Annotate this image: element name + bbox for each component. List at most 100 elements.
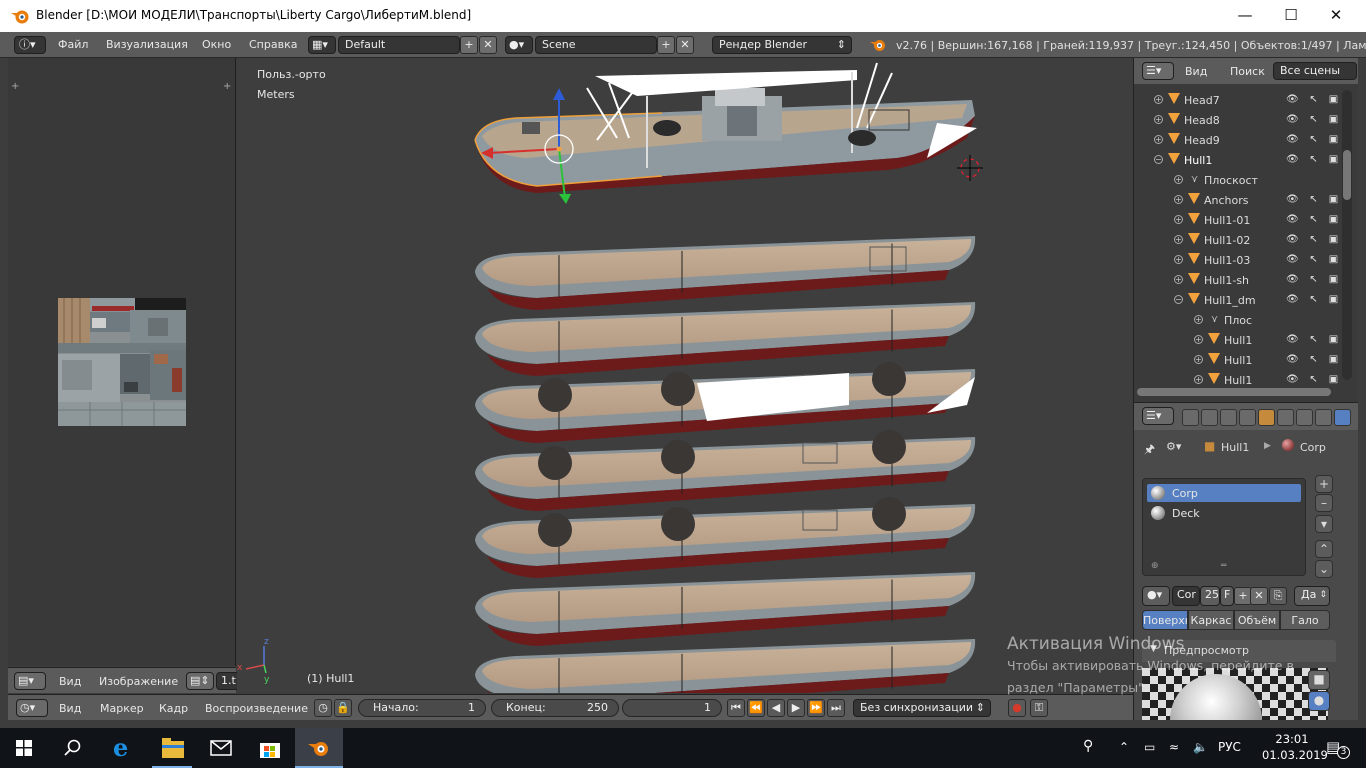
camera-render-icon[interactable]: ▣ xyxy=(1328,354,1339,365)
outliner-row[interactable]: + ⋎ Плос xyxy=(1134,310,1341,330)
tab-world-icon[interactable] xyxy=(1239,409,1256,426)
expand-toggle-icon[interactable]: + xyxy=(1174,215,1183,224)
search-button[interactable] xyxy=(48,728,96,768)
image-editor-area[interactable]: + + xyxy=(8,58,236,666)
camera-render-icon[interactable]: ▣ xyxy=(1328,374,1339,385)
menu-frame[interactable]: Кадр xyxy=(159,702,188,715)
expand-toggle-icon[interactable]: + xyxy=(1194,375,1203,384)
editor-type-button[interactable]: ☰▾ xyxy=(1142,407,1174,425)
editor-type-button[interactable]: ☰▾ xyxy=(1142,62,1174,80)
camera-render-icon[interactable]: ▣ xyxy=(1328,254,1339,265)
expand-toggle-icon[interactable]: + xyxy=(1154,95,1163,104)
cursor-arrow-icon[interactable]: ↖ xyxy=(1308,274,1319,285)
collapse-toggle-icon[interactable]: − xyxy=(1154,155,1163,164)
menu-view[interactable]: Вид xyxy=(1185,65,1207,78)
screen-layout-icon-button[interactable]: ▦▾ xyxy=(308,36,336,54)
eye-icon[interactable]: 👁 xyxy=(1286,254,1299,265)
cursor-arrow-icon[interactable]: ↖ xyxy=(1308,214,1319,225)
material-slot-deck[interactable]: Deck xyxy=(1147,504,1301,522)
current-frame-field[interactable]: 1 xyxy=(622,699,722,717)
3d-viewport[interactable]: Польз.-орто Meters (1) Hull1 z x y xyxy=(237,58,1133,693)
minimize-button[interactable]: — xyxy=(1222,0,1268,32)
3d-cursor[interactable] xyxy=(957,155,983,181)
add-scene-button[interactable]: + xyxy=(657,36,675,54)
list-grip-icon[interactable]: ═ xyxy=(1221,561,1226,571)
start-button[interactable] xyxy=(0,728,48,768)
area-split-icon[interactable]: + xyxy=(223,82,233,92)
material-name-field[interactable]: Cor xyxy=(1172,586,1200,606)
camera-render-icon[interactable]: ▣ xyxy=(1328,274,1339,285)
camera-render-icon[interactable]: ▣ xyxy=(1328,134,1339,145)
outliner-row[interactable]: − Hull1_dm 👁 ↖ ▣ xyxy=(1134,290,1341,310)
menu-image[interactable]: Изображение xyxy=(99,675,178,688)
selected-ship-superstructure[interactable] xyxy=(474,62,977,193)
cursor-arrow-icon[interactable]: ↖ xyxy=(1308,94,1319,105)
maximize-button[interactable]: ☐ xyxy=(1268,0,1314,32)
expand-toggle-icon[interactable]: + xyxy=(1174,235,1183,244)
expand-toggle-icon[interactable]: + xyxy=(1174,275,1183,284)
camera-render-icon[interactable]: ▣ xyxy=(1328,94,1339,105)
taskbar-blender[interactable] xyxy=(295,728,343,768)
eye-icon[interactable]: 👁 xyxy=(1286,194,1299,205)
eye-icon[interactable]: 👁 xyxy=(1286,334,1299,345)
hull-variant[interactable] xyxy=(475,430,976,511)
outliner-row[interactable]: + Head7 👁 ↖ ▣ xyxy=(1134,90,1341,110)
tab-object-icon[interactable] xyxy=(1258,409,1275,426)
cursor-arrow-icon[interactable]: ↖ xyxy=(1308,254,1319,265)
prev-keyframe-button[interactable]: ⏪ xyxy=(747,699,765,717)
display-mode-select[interactable]: Все сцены xyxy=(1273,62,1357,80)
cursor-arrow-icon[interactable]: ↖ xyxy=(1308,354,1319,365)
eye-icon[interactable]: 👁 xyxy=(1286,94,1299,105)
end-frame-field[interactable]: Конец: 250 xyxy=(491,699,619,717)
expand-toggle-icon[interactable]: + xyxy=(1154,135,1163,144)
outliner-row[interactable]: + Hull1 👁 ↖ ▣ xyxy=(1134,330,1341,350)
keying-set-button[interactable]: ⚿ xyxy=(1030,699,1048,717)
camera-render-icon[interactable]: ▣ xyxy=(1328,334,1339,345)
scrollbar-thumb[interactable] xyxy=(1343,150,1351,200)
outliner-row[interactable]: + Hull1-01 👁 ↖ ▣ xyxy=(1134,210,1341,230)
scene-field[interactable]: Scene xyxy=(535,36,657,54)
tab-halo[interactable]: Гало xyxy=(1280,610,1330,630)
play-reverse-button[interactable]: ◀ xyxy=(767,699,785,717)
clock[interactable]: 23:01 01.03.2019 xyxy=(1262,731,1328,765)
move-slot-up-button[interactable]: ⌃ xyxy=(1315,540,1333,558)
menu-file[interactable]: Файл xyxy=(58,38,88,51)
outliner-row[interactable]: + Hull1-02 👁 ↖ ▣ xyxy=(1134,230,1341,250)
tab-render-icon[interactable] xyxy=(1182,409,1199,426)
jump-start-button[interactable]: ⏮ xyxy=(727,699,745,717)
taskbar-file-explorer[interactable] xyxy=(148,728,196,768)
menu-help[interactable]: Справка xyxy=(249,38,297,51)
list-resize-icon[interactable]: ⊕ xyxy=(1151,561,1159,571)
remove-scene-button[interactable]: ✕ xyxy=(676,36,694,54)
jump-end-button[interactable]: ⏭ xyxy=(827,699,845,717)
menu-view[interactable]: Вид xyxy=(59,675,81,688)
eye-icon[interactable]: 👁 xyxy=(1286,114,1299,125)
tab-surface[interactable]: Поверхн xyxy=(1142,610,1188,630)
expand-toggle-icon[interactable]: + xyxy=(1174,175,1183,184)
next-keyframe-button[interactable]: ⏩ xyxy=(807,699,825,717)
tab-modifiers-icon[interactable] xyxy=(1296,409,1313,426)
unlink-material-button[interactable]: ✕ xyxy=(1250,587,1268,605)
outliner-row[interactable]: + Hull1-03 👁 ↖ ▣ xyxy=(1134,250,1341,270)
camera-render-icon[interactable]: ▣ xyxy=(1328,194,1339,205)
taskbar-edge[interactable]: e xyxy=(99,728,147,768)
hull-variant[interactable] xyxy=(475,236,976,310)
cursor-arrow-icon[interactable]: ↖ xyxy=(1308,134,1319,145)
remove-layout-button[interactable]: ✕ xyxy=(479,36,497,54)
play-button[interactable]: ▶ xyxy=(787,699,805,717)
expand-toggle-icon[interactable]: + xyxy=(1174,195,1183,204)
camera-render-icon[interactable]: ▣ xyxy=(1328,294,1339,305)
expand-toggle-icon[interactable]: + xyxy=(1194,315,1203,324)
cursor-arrow-icon[interactable]: ↖ xyxy=(1308,154,1319,165)
menu-view[interactable]: Вид xyxy=(59,702,81,715)
start-frame-field[interactable]: Начало: 1 xyxy=(358,699,486,717)
expand-toggle-icon[interactable]: + xyxy=(1154,115,1163,124)
eye-icon[interactable]: 👁 xyxy=(1286,234,1299,245)
scene-icon-button[interactable]: ●▾ xyxy=(505,36,533,54)
taskbar-store[interactable] xyxy=(246,728,294,768)
camera-render-icon[interactable]: ▣ xyxy=(1328,234,1339,245)
slot-specials-button[interactable]: ▾ xyxy=(1315,515,1333,533)
add-layout-button[interactable]: + xyxy=(460,36,478,54)
cursor-arrow-icon[interactable]: ↖ xyxy=(1308,194,1319,205)
tab-data-icon[interactable] xyxy=(1315,409,1332,426)
